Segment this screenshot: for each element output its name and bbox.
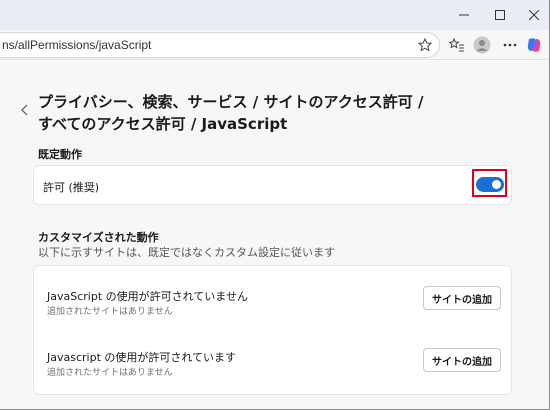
profile-icon[interactable] bbox=[473, 36, 491, 54]
allow-label: 許可 (推奨) bbox=[43, 181, 100, 194]
close-icon[interactable] bbox=[515, 0, 550, 30]
star-icon[interactable] bbox=[416, 36, 434, 54]
url-text: ns/allPermissions/javaScript bbox=[2, 38, 152, 52]
minimize-icon[interactable] bbox=[445, 0, 483, 30]
page-title: プライバシー、検索、サービス / サイトのアクセス許可 / すべてのアクセス許可… bbox=[38, 91, 438, 135]
address-bar[interactable]: ns/allPermissions/javaScript bbox=[0, 32, 440, 58]
toolbar: ns/allPermissions/javaScript bbox=[0, 30, 549, 60]
custom-behavior-description: 以下に示すサイトは、既定ではなくカスタム設定に従います bbox=[38, 246, 335, 259]
custom-behavior-card: JavaScript の使用が許可されていません 追加されたサイトはありません … bbox=[33, 265, 512, 395]
javascript-toggle[interactable] bbox=[476, 177, 504, 192]
page-title-line-2: すべてのアクセス許可 / JavaScript bbox=[38, 115, 288, 133]
more-icon[interactable] bbox=[501, 36, 519, 54]
default-behavior-card: 許可 (推奨) bbox=[33, 165, 512, 205]
add-allowed-site-button[interactable]: サイトの追加 bbox=[423, 348, 501, 372]
browser-window: ns/allPermissions/javaScript プライバシー、検索、サ… bbox=[0, 0, 550, 410]
default-behavior-heading: 既定動作 bbox=[38, 148, 82, 161]
blocked-row-title: JavaScript の使用が許可されていません bbox=[47, 290, 248, 303]
page-title-line-1: プライバシー、検索、サービス / サイトのアクセス許可 / bbox=[38, 93, 424, 111]
toggle-knob bbox=[492, 180, 501, 189]
settings-page: プライバシー、検索、サービス / サイトのアクセス許可 / すべてのアクセス許可… bbox=[0, 61, 549, 409]
custom-behavior-heading: カスタマイズされた動作 bbox=[38, 231, 159, 244]
chevron-left-icon[interactable] bbox=[18, 101, 32, 119]
copilot-icon[interactable] bbox=[525, 36, 543, 54]
allowed-row-subtitle: 追加されたサイトはありません bbox=[47, 368, 173, 378]
allowed-row-title: Javascript の使用が許可されています bbox=[47, 351, 237, 364]
add-blocked-site-button[interactable]: サイトの追加 bbox=[423, 286, 501, 310]
maximize-icon[interactable] bbox=[481, 0, 519, 30]
blocked-row-subtitle: 追加されたサイトはありません bbox=[47, 307, 173, 317]
favorites-icon[interactable] bbox=[448, 36, 466, 54]
title-bar bbox=[0, 0, 549, 30]
